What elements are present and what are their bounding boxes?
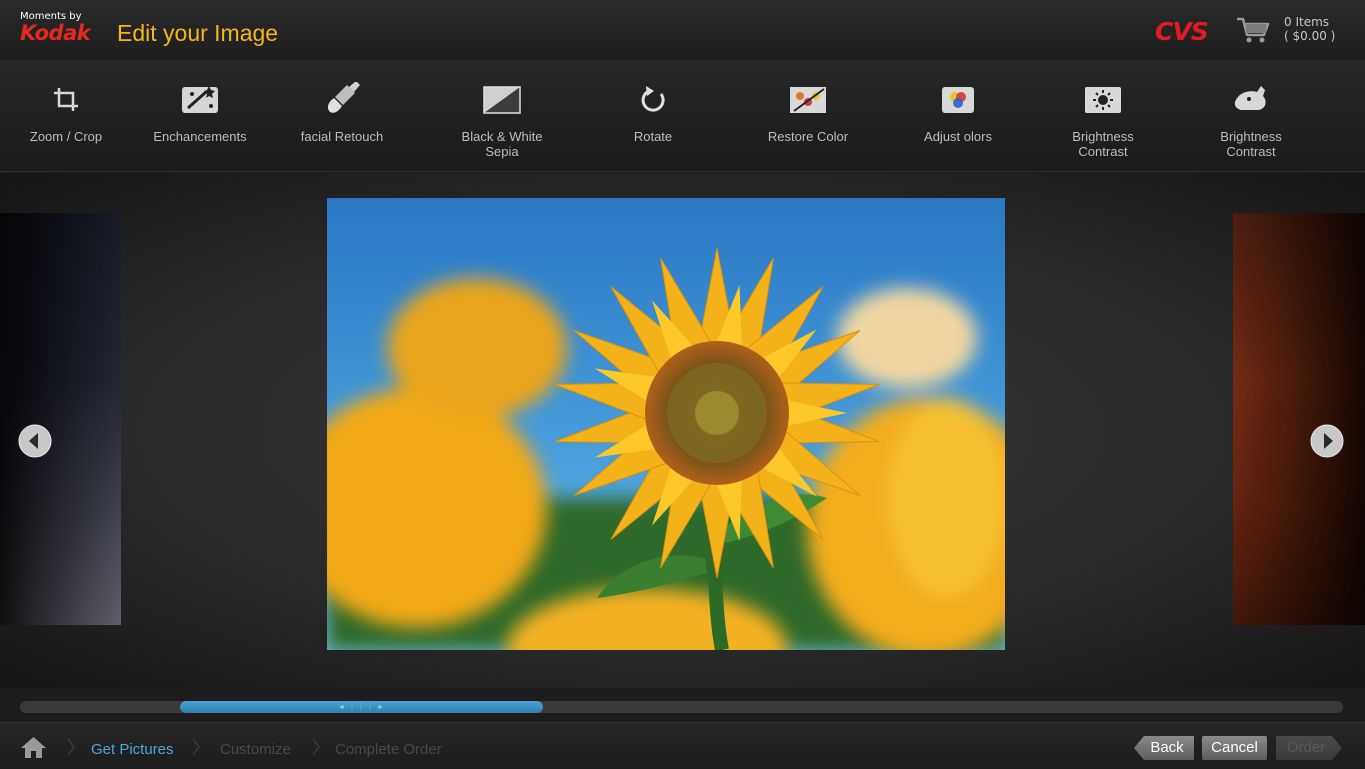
tool-label: Enchancements: [153, 129, 247, 144]
tool-sublabel: Contrast: [1226, 144, 1276, 159]
tool-facial-retouch[interactable]: facial Retouch: [267, 82, 417, 144]
tool-label: Brightness: [1220, 129, 1282, 144]
chevron-left-icon[interactable]: [18, 424, 52, 458]
tool-label: Zoom / Crop: [29, 129, 103, 144]
carousel-scrollbar-thumb[interactable]: ◂ ⋮⋮⋮ ▸: [180, 701, 543, 713]
next-image-thumbnail[interactable]: [1233, 213, 1365, 625]
chevron-right-icon: [192, 738, 200, 756]
image-carousel: [0, 173, 1365, 688]
breadcrumb-get-pictures[interactable]: Get Pictures: [91, 741, 174, 758]
tool-restore-color[interactable]: Restore Color: [733, 82, 883, 144]
brand-name: Kodak: [20, 21, 91, 45]
chevron-right-icon: [67, 738, 75, 756]
order-button[interactable]: Order: [1276, 736, 1342, 760]
tool-label: Brightness: [1072, 129, 1134, 144]
tool-label: Restore Color: [767, 129, 849, 144]
cancel-button[interactable]: Cancel: [1202, 736, 1267, 760]
tool-sublabel: Sepia: [485, 144, 519, 159]
tool-rotate[interactable]: Rotate: [578, 82, 728, 144]
chevron-right-icon: [312, 738, 320, 756]
brightness-icon: [1085, 87, 1121, 113]
home-icon[interactable]: [20, 736, 47, 759]
black-white-icon: [483, 86, 521, 114]
previous-image-thumbnail[interactable]: [0, 213, 121, 625]
footer-bar: Get Pictures Customize Complete Order Ba…: [0, 722, 1365, 769]
breadcrumb-customize[interactable]: Customize: [220, 741, 291, 758]
back-button[interactable]: Back: [1134, 736, 1194, 760]
tool-adjust-colors[interactable]: Adjust olors: [883, 82, 1033, 144]
cart-summary[interactable]: 0 Items ( $0.00 ): [1284, 15, 1335, 43]
rotate-icon: [641, 86, 665, 112]
restore-color-icon: [790, 87, 826, 113]
tool-sublabel: Contrast: [1078, 144, 1128, 159]
tool-label: facial Retouch: [300, 129, 384, 144]
cart-total: ( $0.00 ): [1284, 29, 1336, 43]
tool-enhancements[interactable]: Enchancements: [125, 82, 275, 144]
scroll-grip: ◂ ⋮⋮⋮ ▸: [339, 702, 384, 711]
page-title: Edit your Image: [117, 20, 279, 46]
red-eye-icon: [1234, 86, 1266, 110]
tool-red-eye[interactable]: Brightness Contrast: [1176, 82, 1326, 159]
cart-item-count: 0 Items: [1284, 15, 1330, 29]
edit-toolbar: Zoom / Crop Enchancements facial Retouch…: [0, 60, 1365, 172]
brush-icon: [327, 82, 360, 113]
chevron-right-icon[interactable]: [1310, 424, 1344, 458]
tool-label: Adjust olors: [924, 129, 992, 144]
crop-icon: [54, 88, 78, 111]
shopping-cart-icon[interactable]: [1236, 16, 1270, 44]
tool-brightness-contrast[interactable]: Brightness Contrast: [1028, 82, 1178, 159]
brand-logo: Moments by Kodak: [20, 11, 91, 45]
header-bar: Moments by Kodak Edit your Image CVS 0 I…: [0, 0, 1365, 60]
adjust-colors-icon: [942, 87, 974, 113]
tool-label: Black & White: [461, 129, 543, 144]
store-logo: CVS: [1155, 17, 1209, 46]
tool-zoom-crop[interactable]: Zoom / Crop: [0, 82, 141, 144]
main-photo-sunflower[interactable]: [327, 198, 1005, 650]
tool-black-white-sepia[interactable]: Black & White Sepia: [427, 82, 577, 159]
breadcrumb-complete-order[interactable]: Complete Order: [335, 741, 442, 758]
tool-label: Rotate: [633, 129, 673, 144]
magic-wand-icon: [182, 86, 218, 113]
